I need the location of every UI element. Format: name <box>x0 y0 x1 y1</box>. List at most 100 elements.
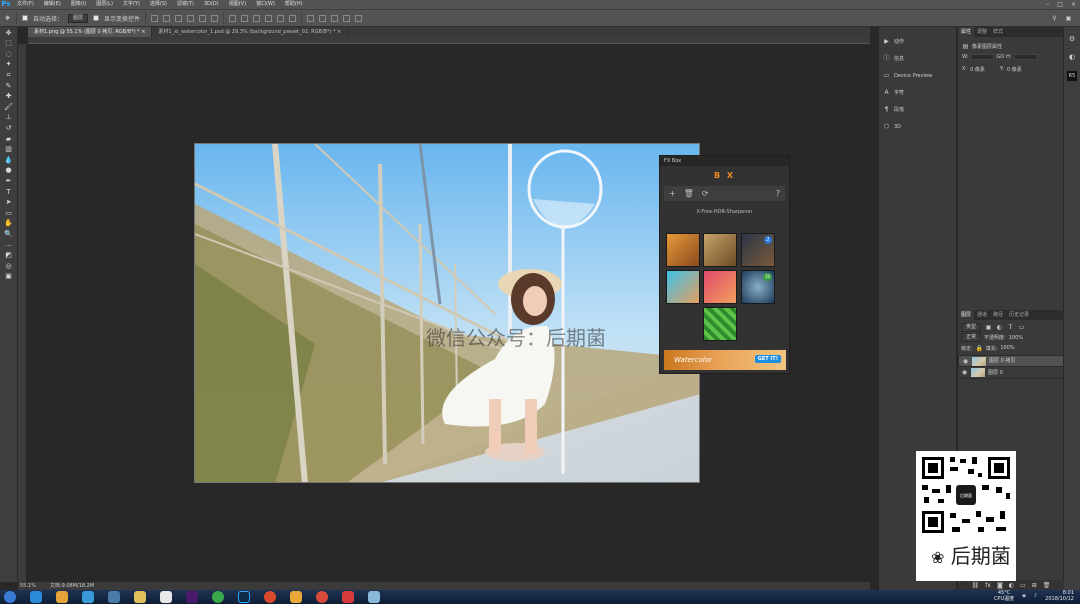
menu-3d[interactable]: 3D(D) <box>199 0 224 9</box>
shape-icon[interactable]: ▭ <box>4 209 14 218</box>
thumb-3d-box[interactable]: 2 <box>741 233 775 267</box>
menu-layer[interactable]: 图层(L) <box>91 0 118 9</box>
tab-history[interactable]: 历史记录 <box>1006 310 1032 320</box>
fxbox-ad-banner[interactable]: Watercolor GET IT! <box>664 350 786 370</box>
search-icon[interactable]: ⚲ <box>1051 15 1058 22</box>
magic-wand-icon[interactable]: ✦ <box>4 60 14 69</box>
fx-icon[interactable]: fx <box>985 582 991 589</box>
marquee-icon[interactable]: ⬚ <box>4 39 14 48</box>
thumb-globe[interactable]: 10 <box>741 270 775 304</box>
menu-view[interactable]: 视图(V) <box>224 0 251 9</box>
menu-window[interactable]: 窗口(W) <box>251 0 280 9</box>
zoom-level[interactable]: 55.1% <box>20 582 36 590</box>
x-field[interactable]: 0 像素 <box>970 66 985 73</box>
align-bottom-icon[interactable] <box>175 14 183 22</box>
tab-document-1[interactable]: 素材1.png @ 55.1% (图层 0 拷贝, RGB/8*) * × <box>28 27 153 37</box>
gradient-icon[interactable]: ▥ <box>4 145 14 154</box>
sketch-icon[interactable] <box>290 591 302 603</box>
opacity-field[interactable]: 100% <box>1009 335 1023 341</box>
ie-icon[interactable] <box>82 591 94 603</box>
blur-icon[interactable]: 💧 <box>4 156 14 165</box>
menu-file[interactable]: 文件(F) <box>12 0 39 9</box>
hand-icon[interactable]: ✋ <box>4 219 14 228</box>
distribute-top-icon[interactable] <box>229 14 237 22</box>
stamp-icon[interactable]: ⊥ <box>4 113 14 122</box>
lock-icon[interactable]: 🔒 <box>976 345 983 352</box>
healing-icon[interactable]: ✚ <box>4 92 14 101</box>
minimize-button[interactable]: – <box>1046 0 1049 9</box>
group-icon[interactable]: ▭ <box>1020 582 1026 589</box>
filter-shape-icon[interactable]: ▭ <box>1018 324 1025 331</box>
height-field[interactable] <box>1013 54 1038 60</box>
y-field[interactable]: 0 像素 <box>1007 66 1022 73</box>
more-tools-icon[interactable]: … <box>4 240 14 249</box>
app-icon[interactable] <box>56 591 68 603</box>
thumb-wood-lion[interactable] <box>703 233 737 267</box>
baidu-icon[interactable] <box>160 591 172 603</box>
eye-icon[interactable]: ◉ <box>961 369 968 376</box>
trash-icon[interactable]: 🗑 <box>684 189 694 198</box>
tab-styles[interactable]: 样式 <box>990 27 1006 37</box>
refresh-icon[interactable]: ⟳ <box>702 189 709 198</box>
menu-filter[interactable]: 滤镜(T) <box>172 0 199 9</box>
distribute-left-icon[interactable] <box>265 14 273 22</box>
filter-pixel-icon[interactable]: ▣ <box>985 324 992 331</box>
panel-item-info[interactable]: ⓘ 信息 <box>879 50 956 67</box>
tab-document-2[interactable]: 素材1_xi_watercolor_1.psd @ 29.3% (backgro… <box>152 27 349 37</box>
vertical-ruler[interactable] <box>18 44 26 582</box>
layer-name[interactable]: 图层 0 拷贝 <box>989 358 1015 365</box>
screen-mode-icon[interactable]: ▣ <box>4 272 14 281</box>
align-right-icon[interactable] <box>211 14 219 22</box>
auto-select-checkbox[interactable] <box>22 15 28 21</box>
tab-channels[interactable]: 通道 <box>974 310 990 320</box>
eraser-icon[interactable]: ▰ <box>4 135 14 144</box>
ie-browser-icon[interactable] <box>30 591 42 603</box>
3d-slide-icon[interactable] <box>343 14 351 22</box>
network-icon[interactable]: ◈ <box>1022 593 1026 599</box>
horizontal-ruler[interactable] <box>28 37 870 44</box>
dodge-icon[interactable]: ● <box>4 166 14 175</box>
add-mask-icon[interactable]: ◙ <box>997 582 1003 589</box>
adjustment-icon[interactable]: ◐ <box>1009 582 1014 589</box>
thumb-leaf-pattern[interactable] <box>703 307 737 341</box>
adjust-icon[interactable]: ◐ <box>1064 53 1080 61</box>
premiere-icon[interactable] <box>186 591 198 603</box>
workspace-icon[interactable]: ▣ <box>1065 15 1072 22</box>
3d-roll-icon[interactable] <box>319 14 327 22</box>
distribute-right-icon[interactable] <box>289 14 297 22</box>
layer-name[interactable]: 图层 0 <box>988 369 1003 376</box>
tab-layers[interactable]: 图层 <box>958 310 975 320</box>
panel-item-3d[interactable]: ⬡ 3D <box>879 118 956 135</box>
quick-mask-icon[interactable]: ◎ <box>4 262 14 271</box>
align-top-icon[interactable] <box>151 14 159 22</box>
settings-icon[interactable]: ⚙ <box>1064 35 1080 43</box>
layer-kind-filter[interactable]: 类型 <box>961 322 982 332</box>
clock[interactable]: 8:01 2018/10/12 <box>1045 590 1074 602</box>
3d-scale-icon[interactable] <box>355 14 363 22</box>
color-swatches-icon[interactable]: ◩ <box>4 251 14 260</box>
blend-mode-dropdown[interactable]: 正常 <box>961 333 982 342</box>
distribute-hcenter-icon[interactable] <box>277 14 285 22</box>
green-app-icon[interactable] <box>212 591 224 603</box>
zoom-icon[interactable]: 🔍 <box>4 230 14 239</box>
panel-item-character[interactable]: A 字符 <box>879 84 956 101</box>
align-hcenter-icon[interactable] <box>199 14 207 22</box>
red-app-icon[interactable] <box>342 591 354 603</box>
thumb-watercolor-portrait[interactable] <box>666 233 700 267</box>
tab-close-icon[interactable]: × <box>337 29 341 35</box>
fill-field[interactable]: 100% <box>1000 345 1014 351</box>
distribute-vcenter-icon[interactable] <box>241 14 249 22</box>
pen-icon[interactable]: ✒ <box>4 177 14 186</box>
maximize-button[interactable]: □ <box>1057 0 1063 9</box>
layer-row-base[interactable]: ◉ 图层 0 <box>958 367 1064 379</box>
link-layers-icon[interactable]: ⛓ <box>972 582 980 589</box>
brush-icon[interactable]: 🖌 <box>4 103 14 112</box>
distribute-bottom-icon[interactable] <box>253 14 261 22</box>
type-icon[interactable]: T <box>4 188 14 197</box>
help-icon[interactable]: ? <box>776 189 780 198</box>
tab-properties[interactable]: 属性 <box>958 27 975 37</box>
3d-pan-icon[interactable] <box>331 14 339 22</box>
folder-icon[interactable] <box>134 591 146 603</box>
menu-image[interactable]: 图像(I) <box>66 0 91 9</box>
align-left-icon[interactable] <box>187 14 195 22</box>
